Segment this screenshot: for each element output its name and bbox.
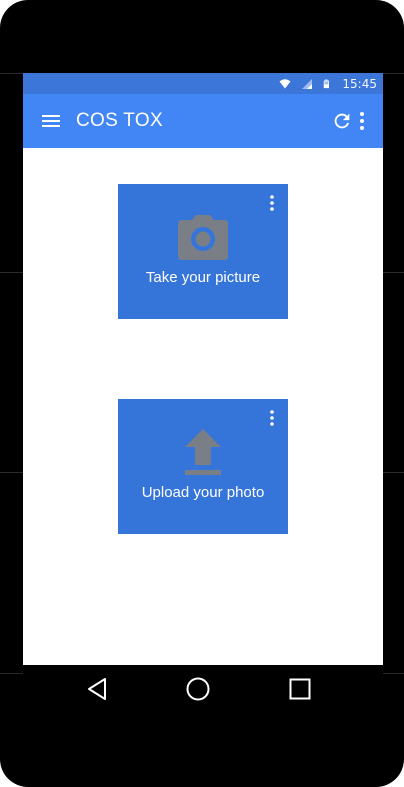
bezel-divider	[383, 673, 404, 674]
bezel-divider	[0, 472, 23, 473]
card-label: Upload your photo	[141, 484, 265, 501]
system-nav-bar	[23, 665, 383, 713]
app-screen: 15:45 COS TOX Take your picture Upload y…	[23, 73, 383, 665]
bezel-divider	[0, 73, 23, 74]
take-picture-card[interactable]: Take your picture	[118, 184, 288, 319]
home-icon[interactable]	[184, 675, 212, 703]
upload-icon	[185, 429, 221, 475]
bezel-divider	[383, 472, 404, 473]
refresh-icon[interactable]	[331, 110, 353, 132]
bezel-divider	[383, 73, 404, 74]
bezel-divider	[0, 673, 23, 674]
card-label: Take your picture	[145, 269, 261, 286]
app-title: COS TOX	[76, 110, 163, 131]
upload-photo-card[interactable]: Upload your photo	[118, 399, 288, 534]
more-vert-icon[interactable]	[357, 110, 367, 132]
battery-icon	[324, 79, 330, 88]
recents-icon[interactable]	[286, 675, 314, 703]
card-more-vert-icon[interactable]	[268, 409, 276, 427]
hamburger-menu-icon[interactable]	[40, 111, 62, 131]
status-bar: 15:45	[23, 73, 383, 94]
app-bar: COS TOX	[23, 94, 383, 148]
signal-icon	[302, 78, 313, 89]
status-time: 15:45	[342, 76, 377, 91]
camera-icon	[178, 215, 228, 260]
bezel-divider	[383, 272, 404, 273]
bezel-divider	[0, 272, 23, 273]
card-more-vert-icon[interactable]	[268, 194, 276, 212]
device-frame: 15:45 COS TOX Take your picture Upload y…	[0, 0, 404, 787]
wifi-icon	[279, 78, 291, 88]
back-icon[interactable]	[84, 675, 112, 703]
